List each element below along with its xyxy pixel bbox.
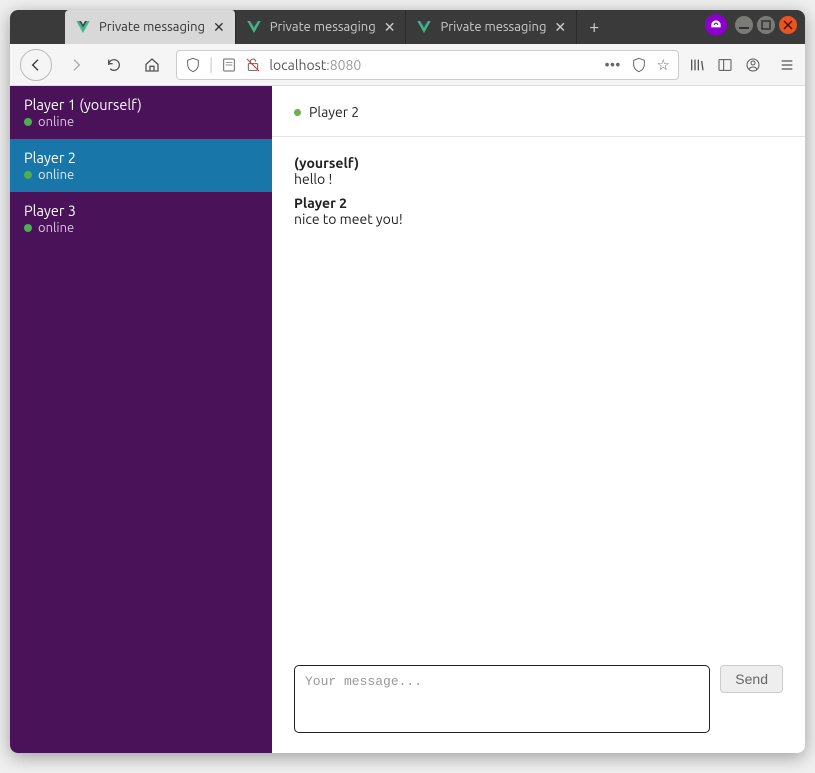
send-button[interactable]: Send bbox=[720, 665, 783, 693]
chat-panel: Player 2 (yourself) hello ! Player 2 nic… bbox=[272, 86, 805, 753]
message-sender: (yourself) bbox=[294, 155, 783, 171]
url-bar: | localhost:8080 ••• ☆ bbox=[10, 44, 805, 86]
vue-icon bbox=[75, 19, 91, 35]
user-sidebar: Player 1 (yourself) online Player 2 onli… bbox=[10, 86, 272, 753]
user-name: Player 2 bbox=[24, 149, 258, 166]
close-icon[interactable]: ✕ bbox=[213, 19, 225, 36]
chat-header: Player 2 bbox=[272, 86, 805, 137]
more-icon[interactable]: ••• bbox=[604, 56, 620, 73]
browser-tab-3[interactable]: Private messaging ✕ bbox=[406, 10, 577, 44]
bookmark-icon[interactable]: ☆ bbox=[657, 56, 670, 74]
message-text: nice to meet you! bbox=[294, 211, 783, 227]
forward-button[interactable] bbox=[62, 51, 90, 79]
message-input[interactable] bbox=[294, 665, 710, 733]
user-item[interactable]: Player 3 online bbox=[10, 192, 272, 245]
extension-icon[interactable] bbox=[705, 14, 727, 36]
browser-tab-2[interactable]: Private messaging ✕ bbox=[236, 10, 407, 44]
maximize-button[interactable] bbox=[757, 16, 775, 34]
user-status: online bbox=[24, 168, 258, 182]
tab-title: Private messaging bbox=[270, 20, 376, 34]
status-dot-icon bbox=[294, 109, 301, 116]
user-status: online bbox=[24, 221, 258, 235]
status-dot-icon bbox=[24, 118, 32, 126]
status-dot-icon bbox=[24, 224, 32, 232]
app-content: Player 1 (yourself) online Player 2 onli… bbox=[10, 86, 805, 753]
menu-icon[interactable] bbox=[779, 57, 795, 73]
browser-tab-1[interactable]: Private messaging ✕ bbox=[65, 10, 236, 44]
browser-window: Private messaging ✕ Private messaging ✕ … bbox=[10, 10, 805, 753]
window-close-button[interactable] bbox=[779, 16, 797, 34]
chat-header-name: Player 2 bbox=[309, 104, 359, 120]
new-tab-button[interactable]: + bbox=[577, 10, 611, 44]
page-info-icon bbox=[221, 57, 237, 73]
tab-title: Private messaging bbox=[99, 20, 205, 34]
close-icon[interactable]: ✕ bbox=[554, 19, 566, 36]
vue-icon bbox=[416, 19, 432, 35]
message-list: (yourself) hello ! Player 2 nice to meet… bbox=[272, 137, 805, 665]
status-dot-icon bbox=[24, 171, 32, 179]
shield-icon bbox=[185, 57, 201, 73]
reader-shield-icon[interactable] bbox=[631, 57, 647, 73]
message: Player 2 nice to meet you! bbox=[294, 195, 783, 227]
close-icon[interactable]: ✕ bbox=[384, 19, 396, 36]
user-status: online bbox=[24, 115, 258, 129]
sidebar-icon[interactable] bbox=[717, 57, 733, 73]
message: (yourself) hello ! bbox=[294, 155, 783, 187]
minimize-button[interactable] bbox=[735, 16, 753, 34]
message-text: hello ! bbox=[294, 171, 783, 187]
address-bar[interactable]: | localhost:8080 ••• ☆ bbox=[176, 50, 679, 80]
user-name: Player 1 (yourself) bbox=[24, 96, 258, 113]
window-title-bar bbox=[675, 10, 805, 40]
back-button[interactable] bbox=[20, 49, 52, 81]
composer: Send bbox=[272, 665, 805, 753]
library-icon[interactable] bbox=[689, 57, 705, 73]
home-button[interactable] bbox=[138, 51, 166, 79]
user-item[interactable]: Player 2 online bbox=[10, 139, 272, 192]
account-icon[interactable] bbox=[745, 57, 761, 73]
user-item[interactable]: Player 1 (yourself) online bbox=[10, 86, 272, 139]
tab-title: Private messaging bbox=[440, 20, 546, 34]
message-sender: Player 2 bbox=[294, 195, 783, 211]
lock-icon bbox=[245, 57, 261, 73]
reload-button[interactable] bbox=[100, 51, 128, 79]
url-text: localhost:8080 bbox=[269, 57, 596, 73]
vue-icon bbox=[246, 19, 262, 35]
user-name: Player 3 bbox=[24, 202, 258, 219]
